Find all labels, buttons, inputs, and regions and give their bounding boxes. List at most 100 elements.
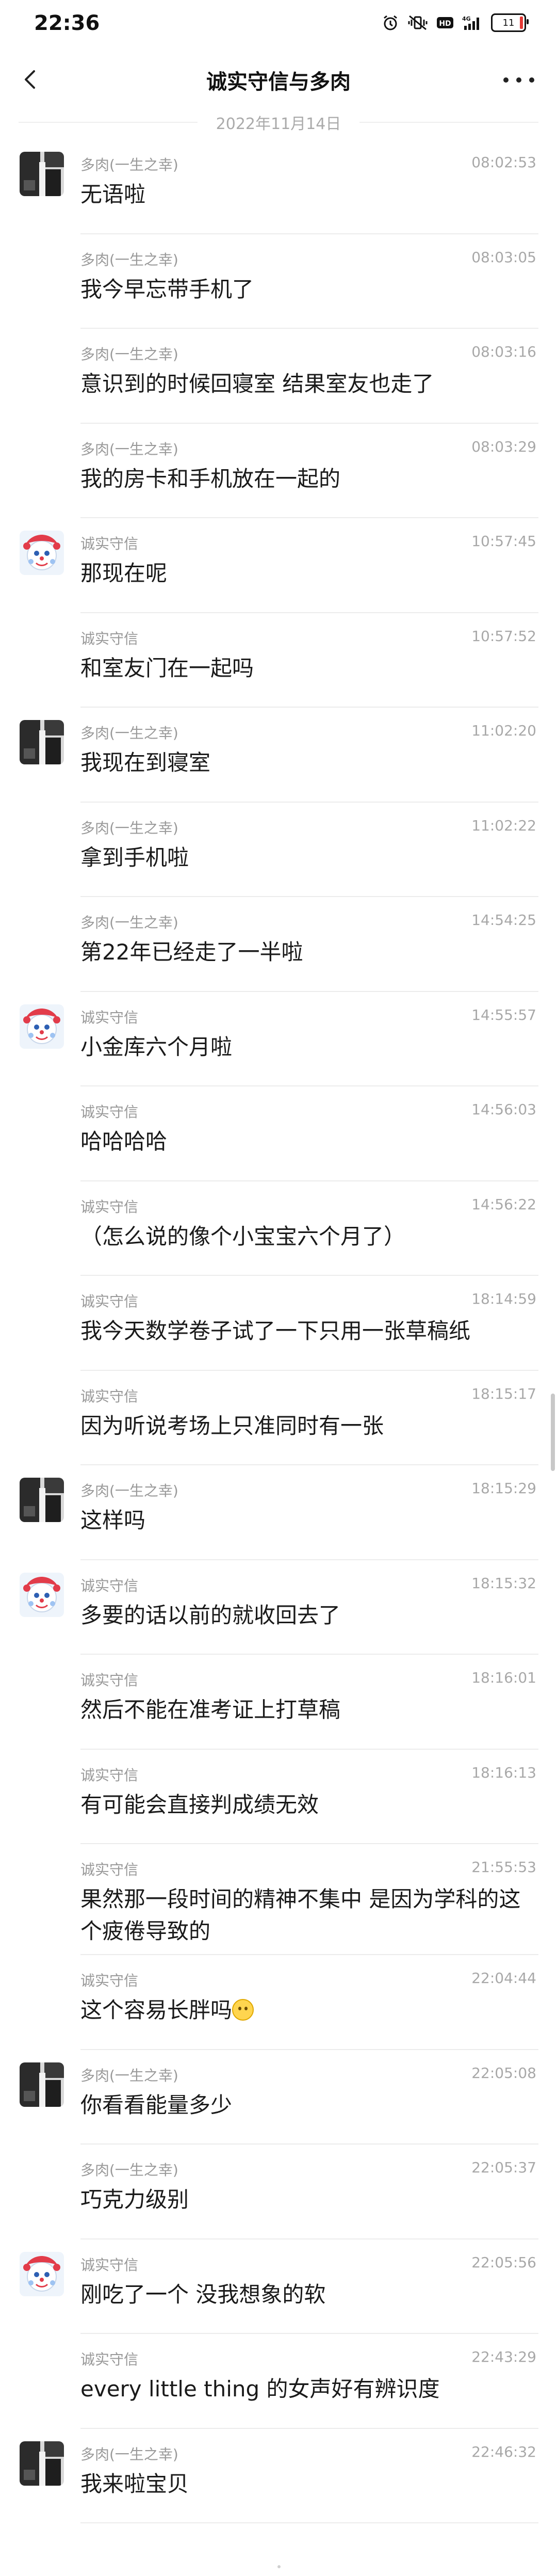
message-text: 我的房卡和手机放在一起的 (80, 463, 524, 495)
message-text: 刚吃了一个 没我想象的软 (80, 2279, 524, 2311)
sender-name: 诚实守信 (80, 1766, 139, 1784)
avatar-chengshi[interactable] (20, 1004, 64, 1049)
message-item[interactable]: 多肉(一生之幸) 08:03:29 我的房卡和手机放在一起的 (0, 424, 557, 518)
message-item[interactable]: 诚实守信 18:16:01 然后不能在准考证上打草稿 (0, 1655, 557, 1750)
message-item[interactable]: 诚实守信 14:55:57 小金库六个月啦 (0, 992, 557, 1086)
message-item[interactable]: 诚实守信 18:16:13 有可能会直接判成绩无效 (0, 1750, 557, 1844)
signal-label: 4G (462, 15, 471, 22)
more-options-button[interactable] (503, 67, 534, 93)
clock: 22:36 (34, 11, 100, 35)
message-item[interactable]: 诚实守信 14:56:03 哈哈哈哈 (0, 1086, 557, 1181)
message-time: 14:55:57 (471, 1006, 536, 1023)
message-item[interactable]: 诚实守信 18:14:59 我今天数学卷子试了一下只用一张草稿纸 (0, 1276, 557, 1371)
message-time: 18:14:59 (471, 1290, 536, 1307)
message-time: 10:57:45 (471, 533, 536, 550)
message-item[interactable]: 多肉(一生之幸) 08:02:53 无语啦 (0, 139, 557, 234)
sender-name: 诚实守信 (80, 1861, 139, 1878)
message-text: every little thing 的女声好有辨识度 (80, 2373, 524, 2405)
alarm-icon (382, 13, 399, 32)
message-item[interactable]: 多肉(一生之幸) 11:02:20 我现在到寝室 (0, 708, 557, 803)
message-item[interactable]: 多肉(一生之幸) 22:46:32 我来啦宝贝 (0, 2429, 557, 2523)
message-text-content: 拿到手机啦 (80, 844, 189, 870)
sender-name: 多肉(一生之幸) (80, 1482, 178, 1499)
message-text-content: 我的房卡和手机放在一起的 (80, 466, 341, 491)
more-dot-icon (516, 77, 521, 83)
message-text-content: 哈哈哈哈 (80, 1129, 168, 1154)
message-item[interactable]: 诚实守信 22:05:56 刚吃了一个 没我想象的软 (0, 2239, 557, 2334)
sender-name: 多肉(一生之幸) (80, 2445, 178, 2463)
message-item[interactable]: 多肉(一生之幸) 22:05:08 你看看能量多少 (0, 2050, 557, 2145)
sender-name: 诚实守信 (80, 1972, 139, 1989)
avatar-duorou[interactable] (20, 2441, 64, 2486)
message-text-content: 你看看能量多少 (80, 2092, 233, 2118)
avatar-duorou[interactable] (20, 2062, 64, 2107)
nav-bar: 诚实守信与多肉 (0, 50, 557, 109)
message-text: 然后不能在准考证上打草稿 (80, 1694, 524, 1726)
message-item[interactable]: 诚实守信 14:56:22 （怎么说的像个小宝宝六个月了） (0, 1181, 557, 1276)
sender-name: 多肉(一生之幸) (80, 819, 178, 837)
message-time: 08:02:53 (471, 154, 536, 171)
page-title: 诚实守信与多肉 (206, 70, 351, 94)
message-text: 哈哈哈哈 (80, 1126, 524, 1158)
avatar-duorou[interactable] (20, 1478, 64, 1522)
sender-name: 诚实守信 (80, 1009, 139, 1026)
date-label: 2022年11月14日 (216, 115, 341, 133)
message-text-content: （怎么说的像个小宝宝六个月了） (80, 1223, 406, 1249)
message-text: 这个容易长胖吗 (80, 1994, 524, 2026)
message-text-content: 这个容易长胖吗 (80, 1997, 233, 2023)
message-time: 14:56:22 (471, 1195, 536, 1213)
message-text-content: 和室友门在一起吗 (80, 655, 254, 681)
avatar-chengshi[interactable] (20, 531, 64, 575)
message-text: 第22年已经走了一半啦 (80, 936, 524, 968)
message-time: 18:16:13 (471, 1764, 536, 1781)
message-text-content: 因为听说考场上只准同时有一张 (80, 1413, 384, 1438)
message-text: 我今早忘带手机了 (80, 274, 524, 306)
message-text-content: 我现在到寝室 (80, 750, 211, 775)
divider-line (359, 122, 539, 123)
message-time: 22:46:32 (471, 2443, 536, 2460)
message-text: 拿到手机啦 (80, 842, 524, 874)
message-text-content: 我今早忘带手机了 (80, 276, 254, 302)
message-item[interactable]: 诚实守信 10:57:52 和室友门在一起吗 (0, 613, 557, 708)
avatar-duorou[interactable] (20, 720, 64, 764)
message-item[interactable]: 诚实守信 18:15:32 多要的话以前的就收回去了 (0, 1560, 557, 1655)
message-item[interactable]: 诚实守信 21:55:53 果然那一段时间的精神不集中 是因为学科的这个疲倦导致的 (0, 1844, 557, 1955)
sender-name: 诚实守信 (80, 1198, 139, 1215)
message-text-content: 无语啦 (80, 182, 146, 207)
message-text-content: 那现在呢 (80, 561, 168, 586)
sender-name: 多肉(一生之幸) (80, 251, 178, 268)
message-item[interactable]: 多肉(一生之幸) 22:05:37 巧克力级别 (0, 2145, 557, 2239)
sender-name: 诚实守信 (80, 535, 139, 552)
row-divider (80, 2522, 538, 2523)
message-text: 我来啦宝贝 (80, 2468, 524, 2500)
avatar-chengshi[interactable] (20, 2251, 64, 2296)
scrollbar[interactable] (551, 1394, 555, 1471)
message-item[interactable]: 多肉(一生之幸) 08:03:05 我今早忘带手机了 (0, 234, 557, 329)
message-item[interactable]: 多肉(一生之幸) 18:15:29 这样吗 (0, 1465, 557, 1560)
message-item[interactable]: 诚实守信 22:04:44 这个容易长胖吗 (0, 1955, 557, 2050)
message-text-content: 第22年已经走了一半啦 (80, 939, 303, 965)
sender-name: 诚实守信 (80, 1293, 139, 1310)
message-item[interactable]: 多肉(一生之幸) 08:03:16 意识到的时候回寝室 结果室友也走了 (0, 329, 557, 424)
message-text: （怎么说的像个小宝宝六个月了） (80, 1221, 524, 1253)
message-item[interactable]: 多肉(一生之幸) 11:02:22 拿到手机啦 (0, 803, 557, 897)
message-text: 我现在到寝室 (80, 747, 524, 779)
message-time: 22:43:29 (471, 2348, 536, 2365)
signal-icon: 4G (462, 13, 483, 32)
message-time: 10:57:52 (471, 627, 536, 645)
message-time: 22:04:44 (471, 1970, 536, 1987)
avatar-chengshi[interactable] (20, 1572, 64, 1617)
message-item[interactable]: 诚实守信 18:15:17 因为听说考场上只准同时有一张 (0, 1371, 557, 1465)
sender-name: 多肉(一生之幸) (80, 914, 178, 931)
message-text: 小金库六个月啦 (80, 1031, 524, 1063)
avatar-duorou[interactable] (20, 152, 64, 196)
message-item[interactable]: 多肉(一生之幸) 14:54:25 第22年已经走了一半啦 (0, 897, 557, 992)
message-text-content: 果然那一段时间的精神不集中 是因为学科的这个疲倦导致的 (80, 1886, 521, 1944)
message-item[interactable]: 诚实守信 10:57:45 那现在呢 (0, 518, 557, 613)
message-time: 22:05:56 (471, 2253, 536, 2271)
message-item[interactable]: 诚实守信 22:43:29 every little thing 的女声好有辨识度 (0, 2334, 557, 2429)
sender-name: 多肉(一生之幸) (80, 156, 178, 173)
mute-vibrate-icon (407, 13, 428, 32)
message-text-content: 我今天数学卷子试了一下只用一张草稿纸 (80, 1318, 471, 1343)
message-time: 08:03:29 (471, 438, 536, 455)
